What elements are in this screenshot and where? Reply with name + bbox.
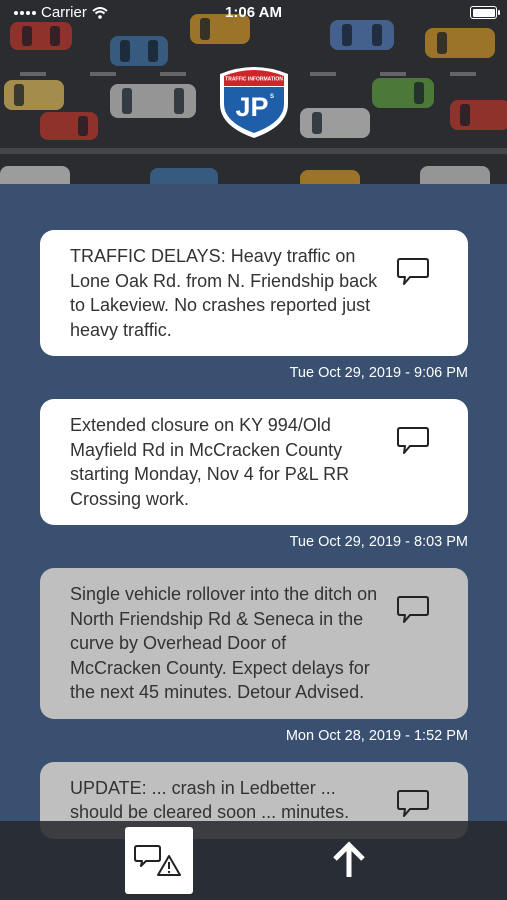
bottom-toolbar bbox=[0, 821, 507, 900]
traffic-card-text: UPDATE: ... crash in Ledbetter ... shoul… bbox=[70, 777, 350, 823]
logo-suffix: S bbox=[270, 94, 274, 100]
jps-logo: TRAFFIC INFORMATION JP S bbox=[220, 67, 288, 138]
traffic-card[interactable]: Extended closure on KY 994/Old Mayfield … bbox=[40, 399, 468, 525]
timestamp: Tue Oct 29, 2019 - 8:03 PM bbox=[289, 534, 468, 550]
report-incident-button[interactable] bbox=[125, 827, 193, 894]
feed-item: TRAFFIC DELAYS: Heavy traffic on Lone Oa… bbox=[40, 230, 468, 381]
traffic-card-text: Single vehicle rollover into the ditch o… bbox=[70, 584, 378, 702]
traffic-card-text: TRAFFIC DELAYS: Heavy traffic on Lone Oa… bbox=[70, 246, 378, 340]
status-bar: Carrier 1:06 AM bbox=[0, 0, 507, 26]
chat-bubble-icon[interactable] bbox=[396, 789, 430, 819]
feed-item: Single vehicle rollover into the ditch o… bbox=[40, 568, 468, 744]
chat-bubble-icon[interactable] bbox=[396, 426, 430, 456]
chat-bubble-icon[interactable] bbox=[396, 595, 430, 625]
traffic-feed[interactable]: TRAFFIC DELAYS: Heavy traffic on Lone Oa… bbox=[40, 230, 468, 839]
logo-initials: JP bbox=[235, 92, 268, 122]
report-warning-icon bbox=[134, 845, 181, 876]
traffic-card[interactable]: TRAFFIC DELAYS: Heavy traffic on Lone Oa… bbox=[40, 230, 468, 356]
chat-bubble-icon[interactable] bbox=[396, 257, 430, 287]
timestamp: Mon Oct 28, 2019 - 1:52 PM bbox=[285, 727, 468, 744]
arrow-up-icon[interactable] bbox=[330, 841, 368, 881]
traffic-card[interactable]: Single vehicle rollover into the ditch o… bbox=[40, 568, 468, 719]
feed-item: Extended closure on KY 994/Old Mayfield … bbox=[40, 399, 468, 550]
header-banner: TRAFFIC INFORMATION JP S bbox=[0, 0, 507, 184]
battery-icon bbox=[470, 6, 500, 19]
traffic-card-text: Extended closure on KY 994/Old Mayfield … bbox=[70, 415, 350, 509]
status-time: 1:06 AM bbox=[225, 4, 282, 21]
logo-banner-text: TRAFFIC INFORMATION bbox=[225, 77, 283, 83]
timestamp: Tue Oct 29, 2019 - 9:06 PM bbox=[289, 365, 468, 381]
